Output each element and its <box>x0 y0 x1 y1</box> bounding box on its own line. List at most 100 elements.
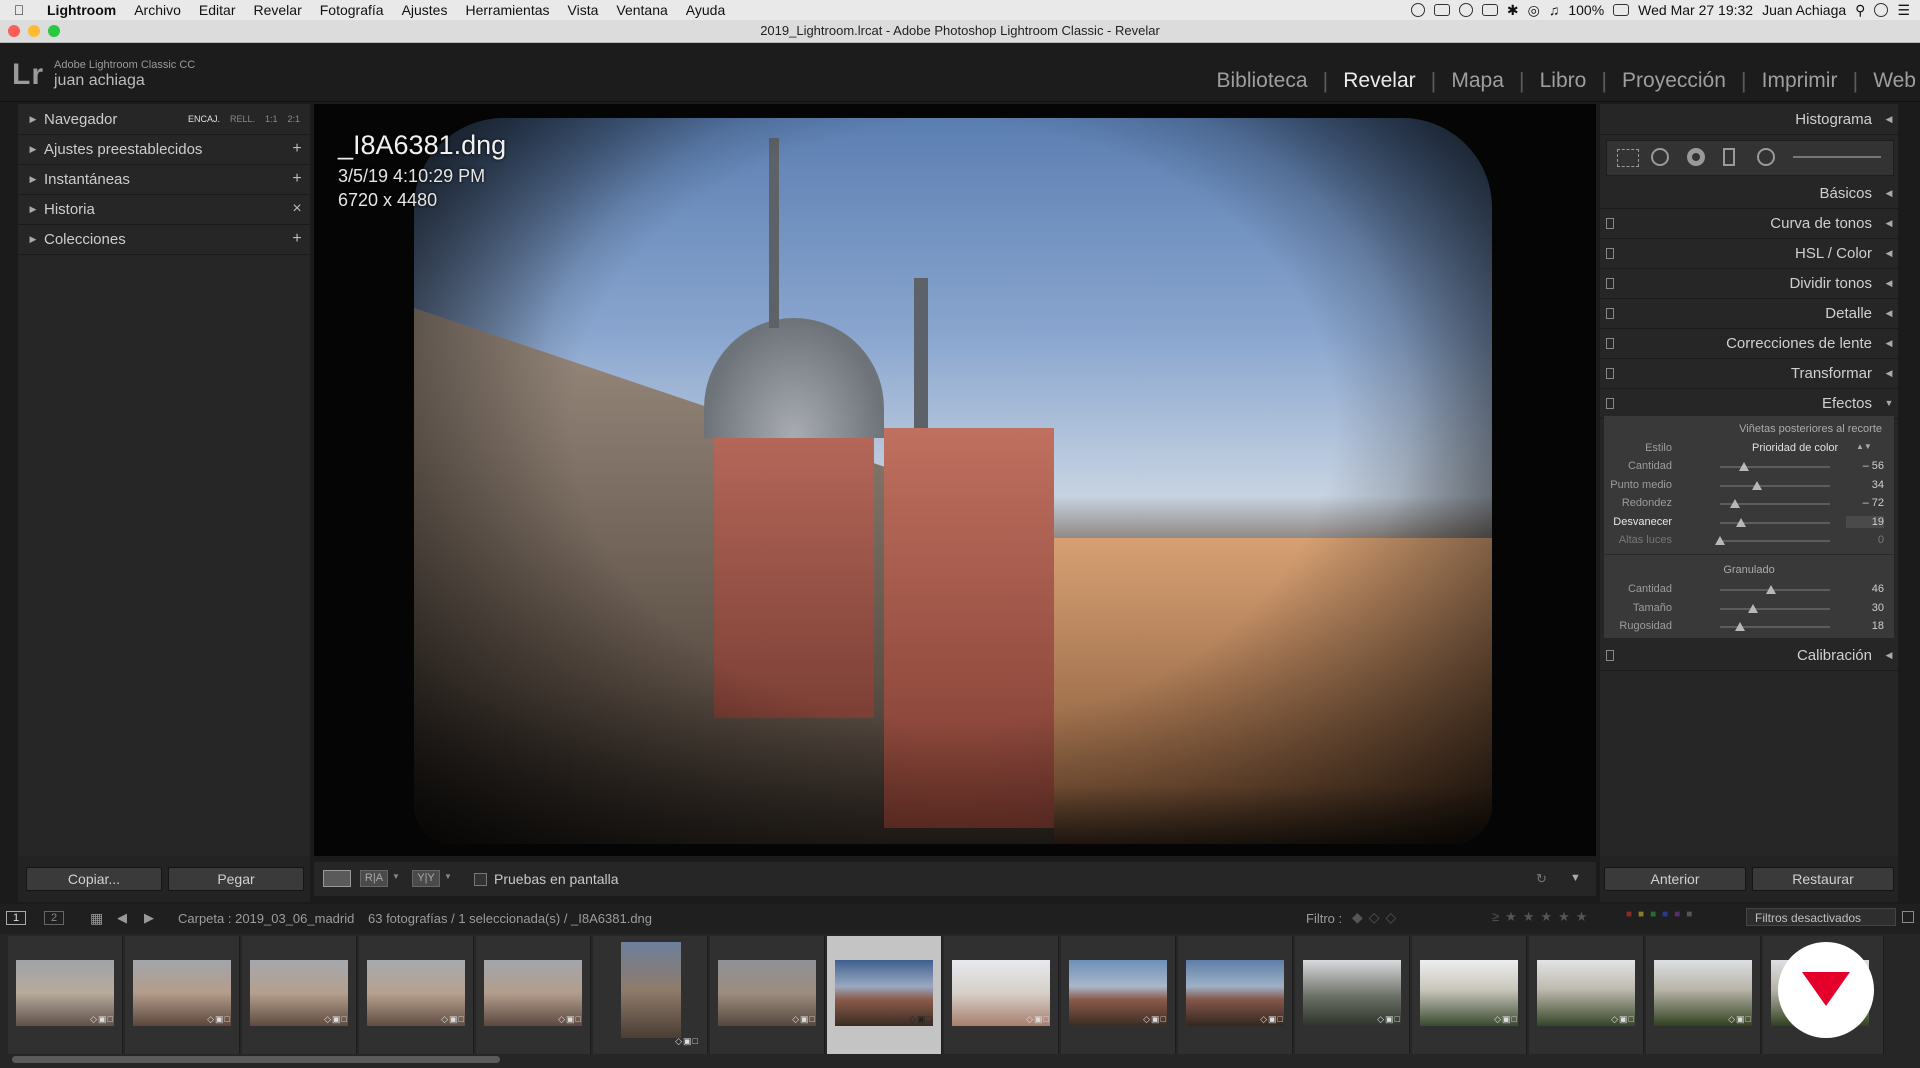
filter-preset-select[interactable]: Filtros desactivados <box>1746 908 1896 926</box>
menu-ayuda[interactable]: Ayuda <box>677 2 734 18</box>
panel-switch-icon[interactable] <box>1606 217 1614 229</box>
soft-proofing-toggle[interactable]: Pruebas en pantalla <box>474 871 619 887</box>
paste-settings-button[interactable]: Pegar <box>168 867 304 891</box>
menubar-clock[interactable]: Wed Mar 27 19:32 <box>1638 2 1753 18</box>
previous-button[interactable]: Anterior <box>1604 867 1746 891</box>
vignette-style-select[interactable]: Prioridad de color <box>1752 442 1838 454</box>
zoom-1-1[interactable]: 1:1 <box>265 114 278 124</box>
add-snapshot-icon[interactable]: + <box>284 170 310 188</box>
filmstrip-thumbnail[interactable]: ◇▣□ <box>593 936 708 1054</box>
vignette-amount-value[interactable]: – 56 <box>1846 460 1884 472</box>
grain-amount-value[interactable]: 46 <box>1846 583 1884 595</box>
primary-window-button[interactable]: 1 <box>6 911 27 925</box>
navigator-panel-header[interactable]: ▶ Navegador ENCAJ. RELL. 1:1 2:1 <box>18 104 310 135</box>
reset-button[interactable]: Restaurar <box>1752 867 1894 891</box>
notification-center-icon[interactable]: ☰ <box>1897 2 1910 19</box>
vignette-highlights-value[interactable]: 0 <box>1846 534 1884 546</box>
module-imprimir[interactable]: Imprimir <box>1747 69 1853 93</box>
histogram-panel-header[interactable]: Histograma ◀ <box>1600 104 1898 135</box>
radial-filter-icon[interactable] <box>1757 148 1775 166</box>
dropdown-arrow-icon[interactable]: ▼ <box>392 872 400 881</box>
panel-switch-icon[interactable] <box>1606 307 1614 319</box>
crop-tool-icon[interactable] <box>1617 149 1639 167</box>
calibration-panel-header[interactable]: Calibración ◀ <box>1600 640 1898 671</box>
menu-revelar[interactable]: Revelar <box>244 2 310 18</box>
vignette-midpoint-slider-track[interactable] <box>1720 484 1830 487</box>
vignette-midpoint-slider-knob[interactable] <box>1752 480 1763 490</box>
panel-switch-icon[interactable] <box>1606 649 1614 661</box>
rating-filter-stars[interactable]: ≥★★★★★ <box>1492 909 1593 925</box>
graduated-filter-icon[interactable] <box>1723 148 1735 166</box>
presets-panel-header[interactable]: ▶ Ajustes preestablecidos + <box>18 134 310 165</box>
snapshots-panel-header[interactable]: ▶ Instantáneas + <box>18 164 310 195</box>
select-arrows-icon[interactable]: ▲▼ <box>1856 442 1872 451</box>
vignette-roundness-value[interactable]: – 72 <box>1846 497 1884 509</box>
airplay-icon[interactable] <box>1481 4 1498 16</box>
menu-ajustes[interactable]: Ajustes <box>393 2 457 18</box>
vignette-highlights-slider-knob[interactable] <box>1715 536 1725 545</box>
zoom-fit[interactable]: ENCAJ. <box>188 114 220 124</box>
grain-size-slider-knob[interactable] <box>1748 603 1758 613</box>
collections-panel-header[interactable]: ▶ Colecciones + <box>18 224 310 255</box>
before-after-yy-button[interactable]: Y|Y <box>412 870 440 887</box>
zoom-2-1[interactable]: 2:1 <box>287 114 300 124</box>
module-revelar[interactable]: Revelar <box>1328 69 1430 93</box>
menu-editar[interactable]: Editar <box>190 2 245 18</box>
filmstrip-thumbnail[interactable]: ◇▣□ <box>1412 936 1527 1054</box>
vignette-midpoint-value[interactable]: 34 <box>1846 479 1884 491</box>
filmstrip-thumbnail[interactable]: ◇▣□ <box>476 936 591 1054</box>
tone-curve-panel-header[interactable]: Curva de tonos ◀ <box>1600 208 1898 239</box>
filmstrip-thumbnail[interactable]: ◇▣□ <box>1646 936 1761 1054</box>
filmstrip-selection-count[interactable]: 63 fotografías / 1 seleccionada(s) / _I8… <box>368 911 652 926</box>
module-mapa[interactable]: Mapa <box>1436 69 1519 93</box>
secondary-window-button[interactable]: 2 <box>44 911 65 925</box>
detail-panel-header[interactable]: Detalle ◀ <box>1600 298 1898 329</box>
grid-view-icon[interactable]: ▦ <box>90 910 103 927</box>
panel-switch-icon[interactable] <box>1606 367 1614 379</box>
spot-removal-icon[interactable] <box>1651 148 1669 166</box>
menu-herramientas[interactable]: Herramientas <box>456 2 558 18</box>
battery-icon[interactable] <box>1613 4 1630 16</box>
flag-filter-icons[interactable]: ◆◇◇ <box>1352 909 1402 926</box>
before-after-view-button[interactable]: R|A <box>360 870 388 887</box>
red-eye-icon[interactable] <box>1687 148 1705 166</box>
split-toning-panel-header[interactable]: Dividir tonos ◀ <box>1600 268 1898 299</box>
vignette-amount-slider-knob[interactable] <box>1739 462 1750 471</box>
grain-size-slider-track[interactable] <box>1720 607 1830 610</box>
loupe-view-button[interactable] <box>323 870 351 887</box>
effects-panel-header[interactable]: Efectos ▼ <box>1600 388 1898 419</box>
menu-vista[interactable]: Vista <box>559 2 608 18</box>
history-panel-header[interactable]: ▶ Historia × <box>18 194 310 225</box>
zoom-fill[interactable]: RELL. <box>230 114 255 124</box>
grain-roughness-value[interactable]: 18 <box>1846 620 1884 632</box>
filmstrip-thumbnail[interactable]: ◇▣□ <box>1295 936 1410 1054</box>
adjustment-brush-slider[interactable] <box>1793 156 1881 158</box>
module-libro[interactable]: Libro <box>1525 69 1602 93</box>
vignette-roundness-slider-knob[interactable] <box>1730 499 1741 508</box>
filmstrip-thumbnail[interactable]: ◇▣□ <box>359 936 474 1054</box>
photo-preview[interactable] <box>414 118 1492 844</box>
menubar-user[interactable]: Juan Achiaga <box>1762 2 1846 18</box>
panel-switch-icon[interactable] <box>1606 397 1614 409</box>
filmstrip-thumbnail[interactable]: ◇▣□ <box>944 936 1059 1054</box>
forward-arrow-icon[interactable]: ▶ <box>144 910 154 926</box>
grain-roughness-slider-knob[interactable] <box>1734 622 1745 631</box>
soft-proofing-checkbox[interactable] <box>474 872 487 886</box>
clear-history-icon[interactable]: × <box>284 200 310 218</box>
module-biblioteca[interactable]: Biblioteca <box>1201 69 1322 93</box>
add-preset-icon[interactable]: + <box>284 140 310 158</box>
record-icon[interactable] <box>1410 3 1425 17</box>
grain-size-value[interactable]: 30 <box>1846 602 1884 614</box>
vignette-feather-value[interactable]: 19 <box>1846 515 1884 528</box>
transform-panel-header[interactable]: Transformar ◀ <box>1600 358 1898 389</box>
filmstrip-thumbnail-selected[interactable]: ◇▣□ <box>827 936 942 1054</box>
panel-switch-icon[interactable] <box>1606 247 1614 259</box>
menu-archivo[interactable]: Archivo <box>125 2 190 18</box>
filmstrip-source[interactable]: Carpeta : 2019_03_06_madrid <box>178 911 354 926</box>
apple-icon[interactable]:  <box>0 2 38 18</box>
filter-lock-icon[interactable] <box>1902 911 1914 923</box>
vignette-highlights-slider-track[interactable] <box>1720 540 1830 542</box>
basic-panel-header[interactable]: Básicos ◀ <box>1600 178 1898 209</box>
module-proyeccion[interactable]: Proyección <box>1607 69 1741 93</box>
hsl-color-panel-header[interactable]: HSL / Color ◀ <box>1600 238 1898 269</box>
